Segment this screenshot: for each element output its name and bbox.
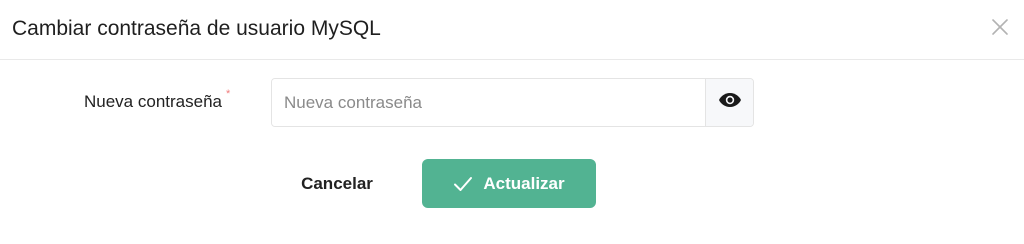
dialog-header: Cambiar contraseña de usuario MySQL [0,0,1024,60]
required-mark: * [226,88,231,100]
dialog-title: Cambiar contraseña de usuario MySQL [12,17,381,40]
update-button[interactable]: Actualizar [422,159,596,208]
change-password-dialog: Cambiar contraseña de usuario MySQL Nuev… [0,0,1024,244]
new-password-input[interactable] [272,79,705,126]
password-input-group [271,78,754,127]
cancel-button[interactable]: Cancelar [286,160,388,208]
password-label: Nueva contraseña [84,92,222,111]
check-icon [453,174,473,194]
toggle-password-visibility-button[interactable] [705,79,753,126]
close-icon [991,18,1009,41]
close-button[interactable] [986,15,1014,43]
update-button-label: Actualizar [483,173,565,193]
eye-icon [718,92,742,113]
cancel-button-label: Cancelar [301,174,373,193]
